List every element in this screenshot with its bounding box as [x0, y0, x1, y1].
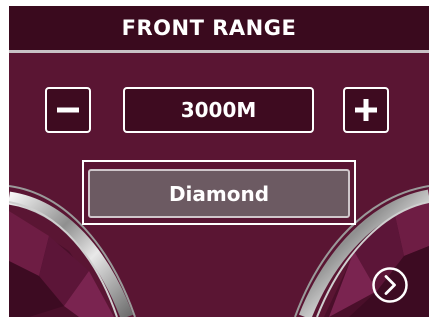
header-divider [9, 50, 429, 53]
minus-icon [57, 107, 79, 113]
chevron-right-circle-icon [372, 267, 408, 303]
surface-select-inner: Diamond [88, 169, 350, 218]
range-value-text: 3000M [180, 98, 257, 122]
plus-icon [355, 99, 377, 121]
range-value-display: 3000M [123, 87, 314, 133]
surface-select-button[interactable]: Diamond [82, 160, 356, 225]
header-bar: FRONT RANGE [9, 6, 429, 50]
page-title: FRONT RANGE [121, 16, 297, 40]
next-button[interactable] [370, 265, 410, 305]
app-frame: FRONT RANGE 3000M Diamond [9, 6, 429, 317]
decrease-range-button[interactable] [45, 87, 91, 133]
increase-range-button[interactable] [343, 87, 389, 133]
surface-select-label: Diamond [168, 181, 270, 206]
